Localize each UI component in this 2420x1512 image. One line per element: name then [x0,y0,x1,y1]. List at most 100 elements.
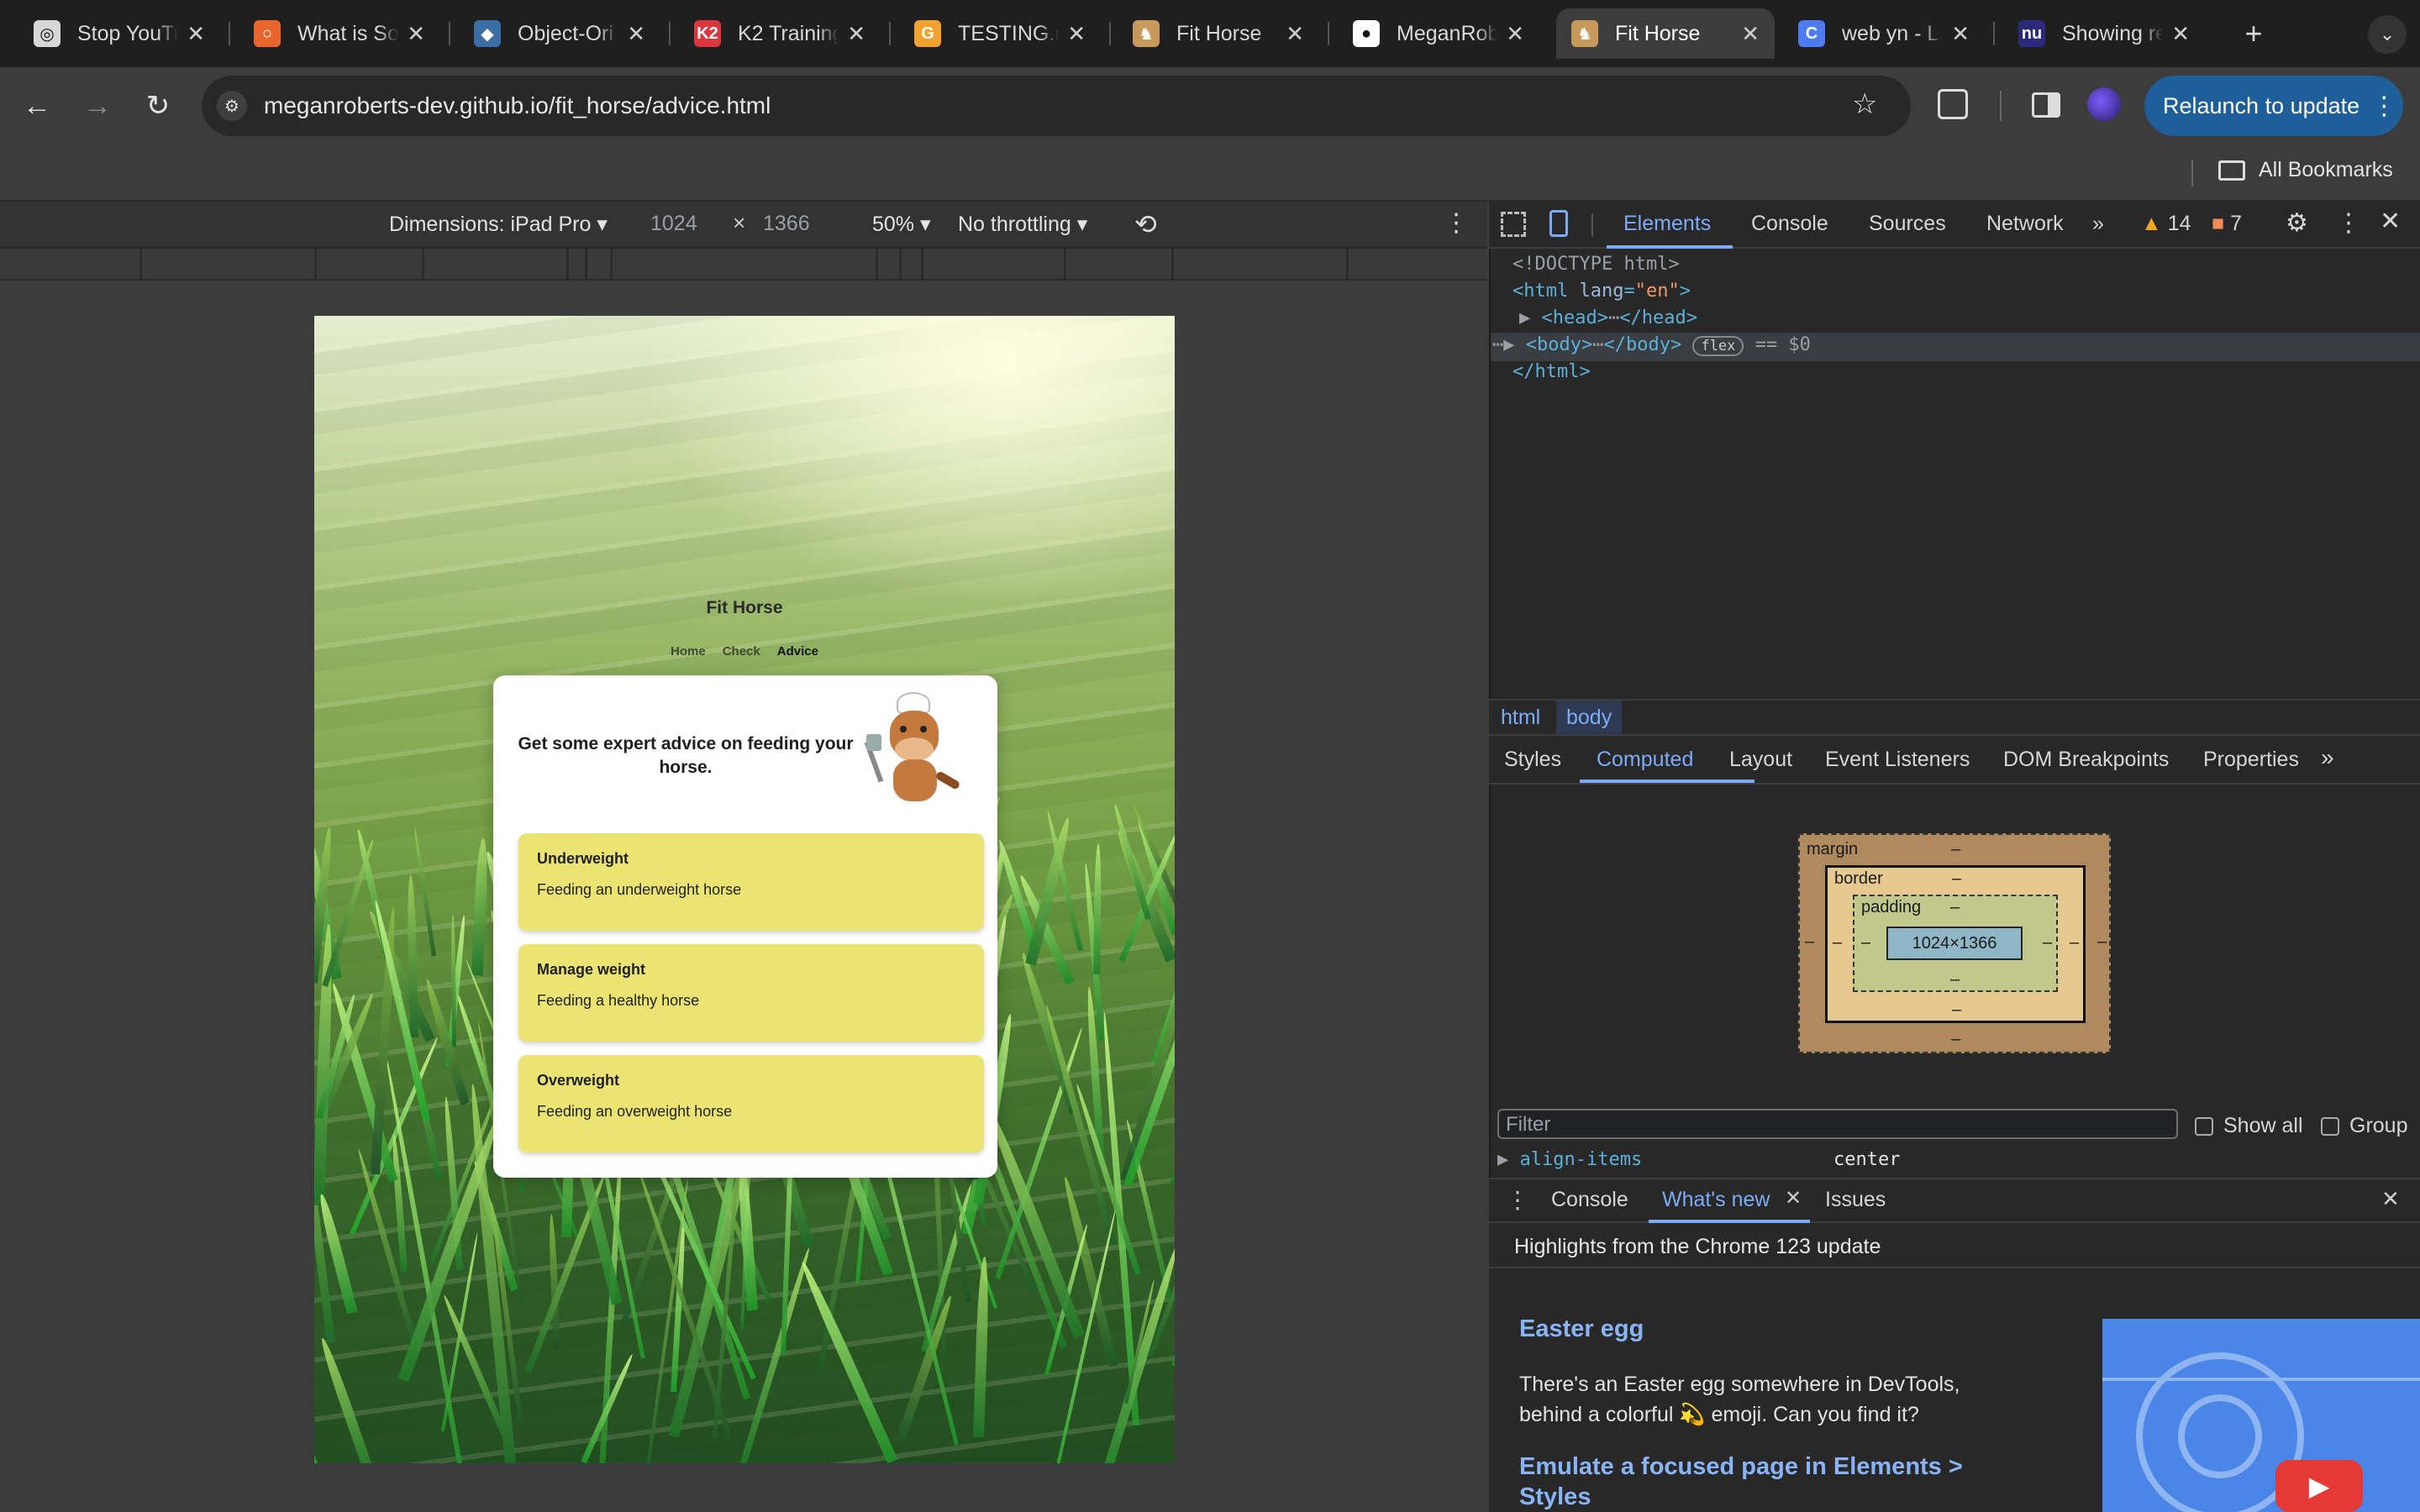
close-devtools-icon[interactable]: ✕ [2380,207,2401,236]
close-tab-icon[interactable]: ✕ [627,21,645,47]
whats-new-video-thumbnail[interactable]: ▶ [2102,1319,2420,1512]
close-tab-icon[interactable]: ✕ [407,21,425,47]
flex-badge[interactable]: flex [1692,336,1744,356]
close-tab-icon[interactable]: ✕ [1741,21,1760,47]
device-toggle-icon[interactable] [1549,210,1568,237]
subtab-properties[interactable]: Properties [2203,748,2299,772]
all-bookmarks-button[interactable]: All Bookmarks [2218,158,2393,182]
browser-tab[interactable]: K2 K2 Training ✕ [679,8,881,59]
browser-tab[interactable]: ◆ Object-Ori ✕ [459,8,660,59]
chatgpt-icon: ◎ [34,20,60,47]
browser-tab[interactable]: ♞ Fit Horse ✕ [1556,8,1775,59]
dom-head-node[interactable]: ▶ <head>⋯</head> [1519,307,1697,328]
nav-link-home[interactable]: Home [671,644,706,659]
width-input[interactable]: 1024 [650,212,697,236]
option-overweight[interactable]: Overweight Feeding an overweight horse [518,1055,984,1152]
side-panel-icon[interactable] [2032,92,2060,118]
box-model-value: – [1950,898,1960,916]
devtools-more-icon[interactable]: ⋮ [2336,208,2361,238]
close-tab-icon[interactable]: ✕ [1951,21,1970,47]
close-tab-icon[interactable]: ✕ [187,21,205,47]
device-more-icon[interactable]: ⋮ [1444,208,1469,238]
tab-console[interactable]: Console [1751,212,1828,236]
close-tab-icon[interactable]: ✕ [1785,1186,1802,1210]
show-all-checkbox[interactable]: Show all [2195,1114,2303,1138]
emulated-page[interactable]: Fit Horse Home Check Advice Get some exp… [314,316,1175,1463]
subtab-dom-breakpoints[interactable]: DOM Breakpoints [2003,748,2169,772]
ruler-mark [921,249,923,281]
height-input[interactable]: 1366 [763,212,810,236]
throttling-dropdown[interactable]: No throttling ▾ [958,212,1087,237]
reload-button[interactable]: ↻ [136,84,180,128]
computed-property-row[interactable]: ▶ align-items [1497,1149,1642,1170]
checkbox-icon [2321,1116,2339,1136]
browser-tab[interactable]: ● MeganRob ✕ [1338,8,1539,59]
warnings-badge[interactable]: ▲ 14 [2141,212,2191,236]
close-drawer-icon[interactable]: ✕ [2381,1186,2400,1212]
tab-search-button[interactable]: ⌄ [2368,15,2407,54]
tab-elements[interactable]: Elements [1623,212,1711,236]
feature-heading-emulate-focus[interactable]: Emulate a focused page in Elements > Sty… [1519,1452,1990,1512]
more-subtabs-icon[interactable]: » [2321,744,2334,771]
inspect-element-icon[interactable] [1501,212,1526,237]
computed-filter-input[interactable]: Filter [1497,1109,2178,1139]
zoom-label: 50% [872,213,915,236]
close-tab-icon[interactable]: ✕ [1506,21,1524,47]
nav-link-advice[interactable]: Advice [777,644,818,659]
box-model-border[interactable]: border – – – – padding – – – – 1024×1366 [1825,865,2086,1023]
relaunch-to-update-button[interactable]: Relaunch to update ⋮ [2144,76,2403,136]
box-model-content[interactable]: 1024×1366 [1886,927,2023,960]
option-manage-weight[interactable]: Manage weight Feeding a healthy horse [518,944,984,1042]
more-tabs-icon[interactable]: » [2092,212,2104,236]
box-model-padding[interactable]: padding – – – – 1024×1366 [1853,895,2058,992]
dom-body-node[interactable]: ⋯▶ <body>⋯</body> flex == $0 [1492,334,1811,356]
subtab-layout[interactable]: Layout [1729,748,1792,772]
grass-blade [318,1336,376,1463]
subtab-event-listeners[interactable]: Event Listeners [1825,748,1970,772]
card-heading: Get some expert advice on feeding your h… [518,734,854,777]
browser-tab[interactable]: nu Showing re ✕ [2003,8,2205,59]
ruler-mark [1171,249,1174,281]
grass-blade [1112,803,1151,921]
subtab-styles[interactable]: Styles [1504,748,1561,772]
feature-heading-easter-egg[interactable]: Easter egg [1519,1315,1644,1343]
group-checkbox[interactable]: Group [2321,1114,2407,1138]
browser-tab[interactable]: ◎ Stop YouTube ✕ [18,8,220,59]
browser-tab[interactable]: G TESTING.md ✕ [899,8,1101,59]
tab-sources[interactable]: Sources [1869,212,1946,236]
dom-html-node[interactable]: <html lang="en"> [1512,281,1691,302]
errors-badge[interactable]: ■ 7 [2212,212,2242,236]
rotate-icon[interactable]: ⟲ [1134,208,1157,240]
forward-button[interactable]: → [76,84,119,128]
settings-gear-icon[interactable]: ⚙ [2286,208,2308,238]
subtab-computed[interactable]: Computed [1597,748,1693,772]
breadcrumb-html[interactable]: html [1501,706,1540,730]
new-tab-button[interactable]: + [2233,13,2274,54]
drawer-tab-console[interactable]: Console [1551,1188,1628,1212]
browser-tab[interactable]: ♞ Fit Horse ✕ [1118,8,1319,59]
drawer-tab-issues[interactable]: Issues [1825,1188,1886,1212]
dimensions-dropdown[interactable]: Dimensions: iPad Pro ▾ [389,212,608,237]
tab-network[interactable]: Network [1986,212,2064,236]
expand-triangle-icon: ▶ [1519,307,1531,328]
bookmark-star-icon[interactable]: ☆ [1852,87,1877,121]
drawer-menu-icon[interactable]: ⋮ [1506,1186,1529,1214]
close-tab-icon[interactable]: ✕ [847,21,865,47]
breadcrumb-body[interactable]: body [1556,701,1623,734]
profile-avatar[interactable] [2087,87,2121,121]
zoom-dropdown[interactable]: 50% ▾ [872,212,931,237]
box-model-margin[interactable]: margin – – – – border – – – – padding – … [1798,833,2111,1053]
drawer-tab-whats-new[interactable]: What's new [1662,1188,1770,1212]
site-info-icon[interactable]: ⚙ [217,91,247,121]
extensions-icon[interactable] [1938,89,1968,119]
option-underweight[interactable]: Underweight Feeding an underweight horse [518,833,984,931]
github-icon: ● [1353,20,1380,47]
nav-link-check[interactable]: Check [723,644,760,659]
close-tab-icon[interactable]: ✕ [1286,21,1304,47]
k2-icon: K2 [694,20,721,47]
close-tab-icon[interactable]: ✕ [2171,21,2190,47]
browser-tab[interactable]: Cweb yn - L ✕ [1783,8,1985,59]
browser-tab[interactable]: ○ What is So ✕ [239,8,440,59]
back-button[interactable]: ← [15,84,59,128]
close-tab-icon[interactable]: ✕ [1067,21,1086,47]
